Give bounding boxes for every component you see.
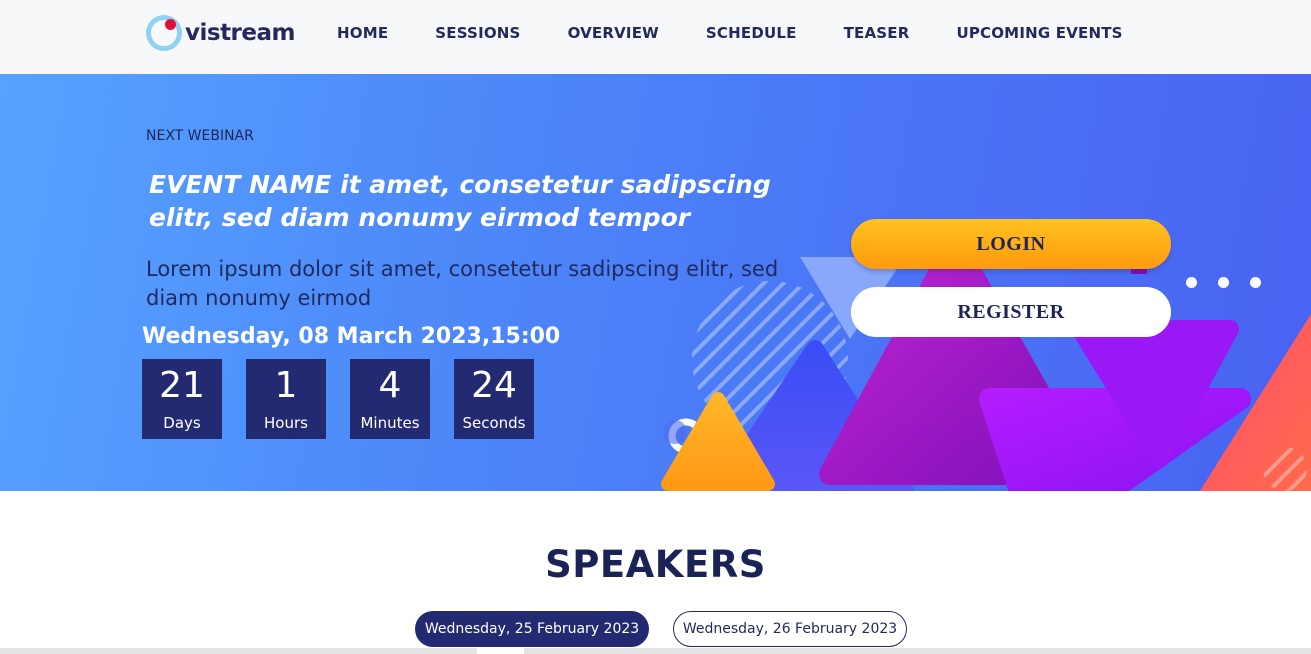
nav-schedule[interactable]: SCHEDULE — [706, 24, 797, 42]
brand-name: vistream — [185, 20, 296, 46]
hero-banner: NEXT WEBINAR EVENT NAME it amet, consete… — [0, 74, 1311, 491]
dot — [1186, 277, 1197, 288]
main-nav: HOME SESSIONS OVERVIEW SCHEDULE TEASER U… — [337, 24, 1170, 42]
event-date: Wednesday, 08 March 2023,15:00 — [142, 324, 561, 349]
countdown-minutes-value: 4 — [378, 365, 402, 406]
countdown-days-label: Days — [163, 414, 201, 432]
horizontal-scrollbar[interactable] — [0, 648, 1311, 654]
scrollbar-thumb[interactable] — [477, 648, 524, 654]
nav-upcoming-events[interactable]: UPCOMING EVENTS — [956, 24, 1122, 42]
more-dots-icon — [1186, 277, 1282, 288]
nav-sessions[interactable]: SESSIONS — [435, 24, 520, 42]
countdown-days-value: 21 — [159, 365, 205, 406]
countdown-seconds: 24 Seconds — [454, 359, 534, 439]
dot — [1218, 277, 1229, 288]
countdown-seconds-value: 24 — [471, 365, 517, 406]
countdown-hours: 1 Hours — [246, 359, 326, 439]
event-description: Lorem ipsum dolor sit amet, consetetur s… — [146, 257, 779, 310]
logo-ring — [146, 15, 182, 51]
nav-overview[interactable]: OVERVIEW — [568, 24, 659, 42]
speakers-heading: SPEAKERS — [545, 543, 766, 586]
countdown-minutes: 4 Minutes — [350, 359, 430, 439]
speaker-date-tabs: Wednesday, 25 February 2023 Wednesday, 2… — [415, 611, 907, 647]
logo-icon — [146, 15, 182, 51]
date-tab-26-feb[interactable]: Wednesday, 26 February 2023 — [673, 611, 907, 647]
nav-teaser[interactable]: TEASER — [844, 24, 910, 42]
date-tab-25-feb[interactable]: Wednesday, 25 February 2023 — [415, 611, 649, 647]
countdown-timer: 21 Days 1 Hours 4 Minutes 24 Seconds — [142, 359, 558, 439]
login-button[interactable]: LOGIN — [851, 219, 1171, 269]
dot — [1250, 277, 1261, 288]
countdown-hours-value: 1 — [274, 365, 298, 406]
next-webinar-label: NEXT WEBINAR — [146, 128, 254, 144]
logo-dot — [165, 19, 176, 30]
top-navbar: vistream HOME SESSIONS OVERVIEW SCHEDULE… — [0, 0, 1311, 74]
countdown-seconds-label: Seconds — [462, 414, 526, 432]
countdown-days: 21 Days — [142, 359, 222, 439]
register-button[interactable]: REGISTER — [851, 287, 1171, 337]
event-title: EVENT NAME it amet, consetetur sadipscin… — [149, 170, 771, 232]
brand-logo[interactable]: vistream — [146, 14, 296, 52]
nav-home[interactable]: HOME — [337, 24, 388, 42]
countdown-hours-label: Hours — [264, 414, 308, 432]
countdown-minutes-label: Minutes — [360, 414, 420, 432]
